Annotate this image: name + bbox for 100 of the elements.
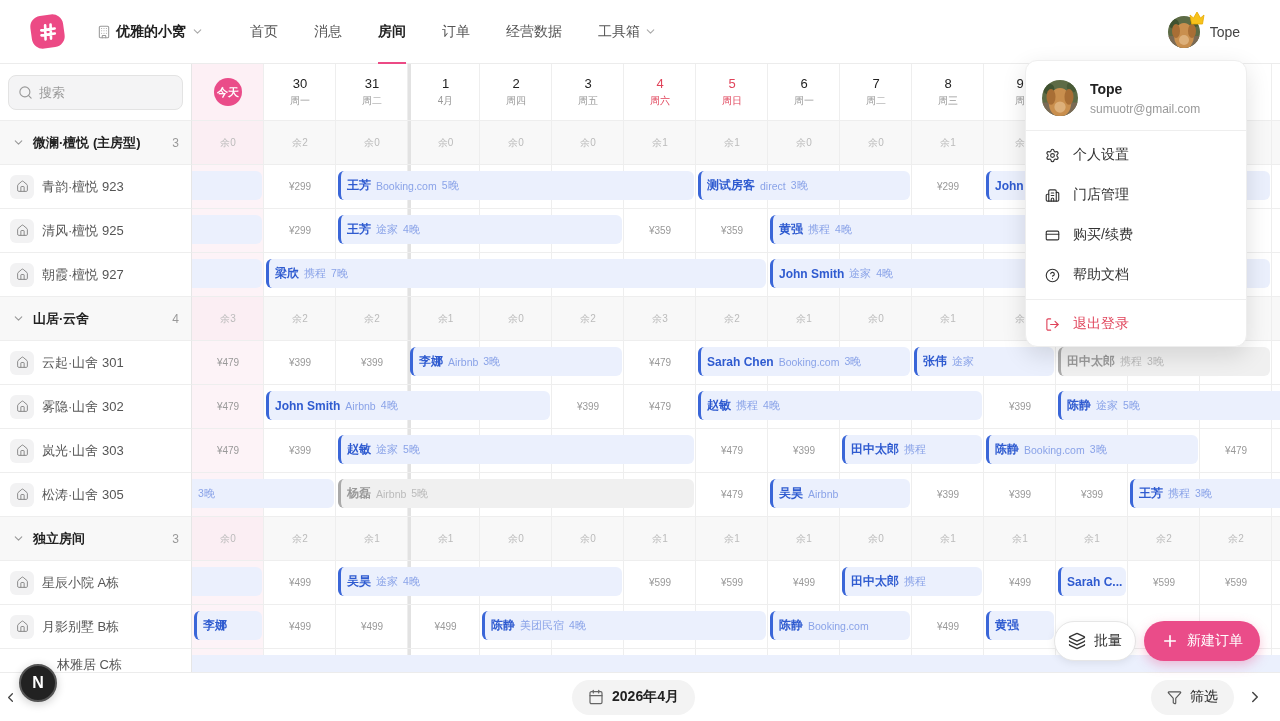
guest-name: 梁欣 [275, 265, 299, 282]
guest-name: 陈静 [1067, 397, 1091, 414]
day-number: 9 [1016, 76, 1024, 91]
nav-tab[interactable]: 首页 [250, 0, 278, 64]
nav-tab[interactable]: 工具箱 [598, 0, 657, 64]
user-name: Tope [1209, 23, 1240, 40]
nav-tab[interactable]: 消息 [314, 0, 342, 64]
day-number: 8 [944, 76, 952, 91]
search-icon [18, 84, 33, 100]
guest-name: 黄强 [995, 617, 1019, 634]
today-badge[interactable]: 今天 [214, 78, 242, 106]
price: ¥479 [216, 357, 240, 368]
price: ¥399 [936, 489, 960, 500]
booking-bar[interactable]: 王芳 途家 4晚 [338, 215, 622, 244]
filter-label: 筛选 [1190, 688, 1218, 706]
booking-bar[interactable]: 测试房客 direct 3晚 [698, 171, 910, 200]
price: ¥299 [288, 181, 312, 192]
booking-bar[interactable]: 赵敏 途家 5晚 [338, 435, 694, 464]
room-name: 朝霞·檀悦 927 [42, 265, 124, 284]
booking-bar[interactable]: 李娜 [194, 611, 262, 640]
booking-source: 途家 [1096, 398, 1118, 413]
menu-email: sumuotr@gmail.com [1090, 101, 1201, 116]
day-number: 1 [441, 76, 450, 91]
menu-item[interactable]: 退出登录 [1026, 304, 1246, 344]
store-selector[interactable]: 优雅的小窝 [97, 22, 204, 41]
booking-bar[interactable]: 田中太郎 携程 [842, 435, 982, 464]
guest-name: 测试房客 [707, 177, 755, 194]
day-number: 30 [292, 76, 308, 91]
room-icon [10, 262, 34, 287]
booking-bar[interactable]: 梁欣 携程 7晚 [266, 259, 766, 288]
price: ¥499 [1008, 577, 1032, 588]
price: ¥599 [648, 577, 672, 588]
booking-bar[interactable]: 吴昊 途家 4晚 [338, 567, 622, 596]
guest-name: 李娜 [419, 353, 443, 370]
nav-tab[interactable]: 房间 [378, 0, 406, 64]
weekday-label: 4月 [437, 94, 454, 108]
guest-name: 李娜 [203, 617, 227, 634]
guest-name: Sarah Chen [707, 354, 774, 369]
price: ¥479 [216, 401, 240, 412]
price: ¥399 [1080, 489, 1104, 500]
card-icon [1045, 227, 1060, 243]
nights: 4晚 [403, 222, 420, 237]
booking-source: Booking.com [376, 179, 437, 192]
booking-bar[interactable]: 王芳 携程 3晚 [1130, 479, 1280, 508]
user-menu-button[interactable]: Tope [1167, 15, 1240, 48]
price: ¥479 [216, 445, 240, 456]
nights: 3晚 [483, 354, 501, 369]
action-button[interactable]: 批量 [1054, 621, 1136, 661]
menu-item[interactable]: 个人设置 [1026, 135, 1246, 175]
room-icon [10, 394, 34, 419]
nav-tab[interactable]: 经营数据 [506, 0, 562, 64]
nav-tab[interactable]: 订单 [442, 0, 470, 64]
dev-indicator-button[interactable]: N [19, 664, 57, 702]
room-type-name: 山居·云舍 [33, 309, 90, 328]
price: ¥499 [434, 621, 457, 632]
building-icon [97, 24, 111, 39]
booking-bar[interactable]: 陈静 美团民宿 4晚 [482, 611, 766, 640]
booking-bar[interactable]: 陈静 Booking.com [770, 611, 910, 640]
booking-bar[interactable]: 田中太郎 携程 [842, 567, 982, 596]
filter-icon [1167, 689, 1182, 705]
price: ¥499 [288, 577, 312, 588]
booking-source: 途家 [376, 574, 398, 589]
booking-source: Booking.com [778, 355, 840, 368]
booking-bar[interactable]: 陈静 Booking.com 3晚 [986, 435, 1198, 464]
filter-button[interactable]: 筛选 [1151, 679, 1234, 715]
month-picker[interactable]: 2026年4月 [572, 679, 695, 715]
nights: 3晚 [844, 354, 862, 369]
room-name: 青韵·檀悦 923 [42, 177, 124, 196]
menu-label: 个人设置 [1073, 146, 1129, 164]
menu-item[interactable]: 门店管理 [1026, 175, 1246, 215]
guest-name: 王芳 [347, 177, 371, 194]
booking-source: 携程 [904, 574, 926, 589]
guest-name: 陈静 [779, 617, 803, 634]
search-field[interactable]: 搜索 [8, 74, 183, 110]
booking-source: 途家 [849, 266, 872, 281]
guest-name: Sarah C... [1067, 574, 1123, 589]
price: ¥399 [288, 445, 312, 456]
booking-bar[interactable]: 张伟 途家 [914, 347, 1054, 376]
booking-bar[interactable]: 王芳 Booking.com 5晚 [338, 171, 694, 200]
room-name: 雾隐·山舍 302 [42, 397, 124, 416]
guest-name: 吴昊 [347, 573, 371, 590]
store-name: 优雅的小窝 [116, 22, 186, 41]
booking-bar[interactable]: Sarah C... [1058, 567, 1126, 596]
booking-bar[interactable]: John Smith Airbnb 4晚 [266, 391, 550, 420]
room-icon [10, 570, 34, 595]
booking-bar[interactable]: 黄强 [986, 611, 1054, 640]
booking-bar[interactable]: 李娜 Airbnb 3晚 [410, 347, 622, 376]
booking-bar[interactable]: 吴昊 Airbnb [770, 479, 910, 508]
booking-bar[interactable]: 陈静 途家 5晚 [1058, 391, 1280, 420]
crown-icon [1188, 10, 1205, 25]
action-button[interactable]: 新建订单 [1144, 621, 1260, 661]
room-name: 林雅居 C栋 [57, 656, 122, 672]
guest-name: John Smith [779, 266, 845, 281]
booking-bar[interactable]: 赵敏 携程 4晚 [698, 391, 982, 420]
price: ¥479 [648, 401, 672, 412]
plus-icon [1161, 632, 1179, 650]
guest-name: 赵敏 [707, 397, 731, 414]
calendar-icon [588, 689, 605, 705]
price: ¥499 [936, 621, 960, 632]
booking-bar[interactable]: Sarah Chen Booking.com 3晚 [698, 347, 910, 376]
